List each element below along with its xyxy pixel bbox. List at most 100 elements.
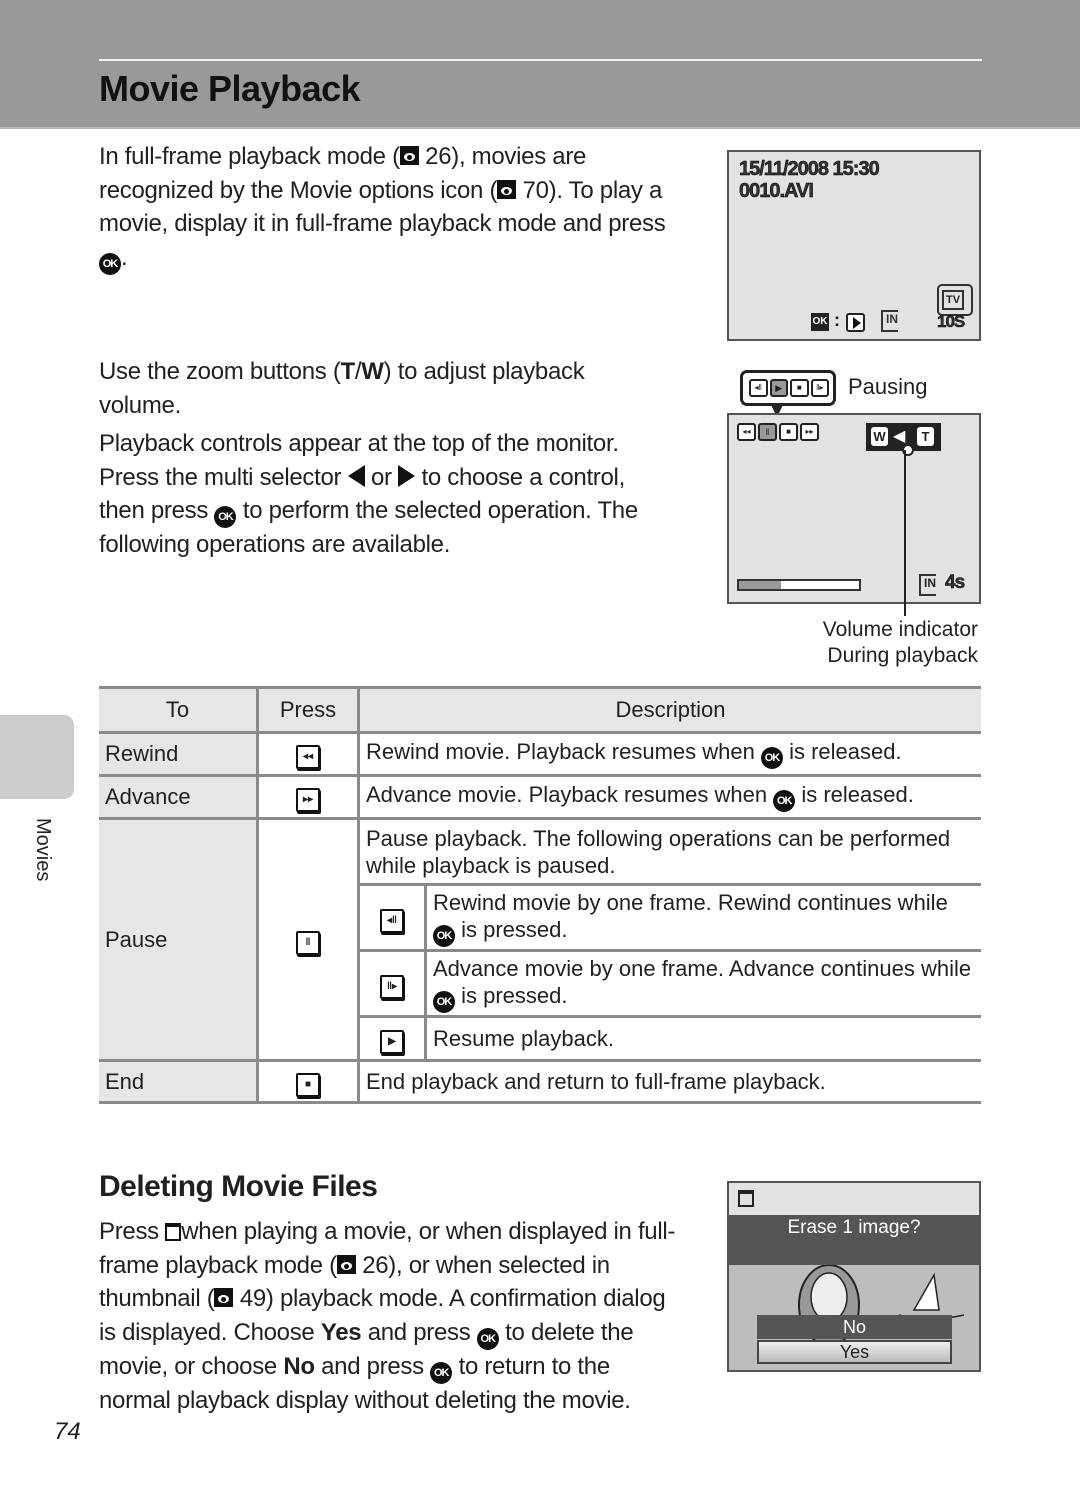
dialog-option-no[interactable]: No	[757, 1315, 952, 1339]
text: Press	[99, 1218, 159, 1245]
zoom-wide-label: W	[871, 427, 888, 446]
movie-length: 10S	[937, 312, 966, 332]
rewind-icon: ◂◂	[737, 423, 756, 441]
pause-control-bar: ◂‖ ▶ ■ ‖▸	[749, 379, 829, 397]
ok-button-icon: OK	[99, 252, 121, 275]
text: to choose a control,	[421, 463, 625, 491]
press-cell: ■	[257, 1059, 360, 1104]
ok-button-icon: OK	[760, 747, 783, 769]
text: and press	[367, 1318, 471, 1346]
dialog-top-bar	[729, 1183, 979, 1215]
text: to return to the	[458, 1352, 611, 1380]
page-reference-icon	[336, 1254, 356, 1274]
row-label: Rewind	[99, 731, 259, 777]
camera-screen-movie-playing: ◂◂ ‖ ■ ▸▸ W ◀ T IN 4s	[727, 413, 981, 604]
intro-paragraph: In full-frame playback mode ( 26), movie…	[99, 140, 709, 275]
page-number: 74	[54, 1418, 81, 1445]
sub-press-cell: ▶	[358, 1015, 427, 1062]
speaker-icon: ◀	[893, 428, 906, 445]
advance-icon: ▸▸	[800, 423, 819, 441]
text: when playing a movie, or when displayed …	[181, 1218, 676, 1245]
zoom-tele-glyph: T	[340, 358, 356, 385]
text: recognized by the Movie options icon (	[99, 176, 498, 204]
page-ref-number: 26	[362, 1251, 389, 1279]
multi-selector-left-icon	[347, 464, 365, 487]
play-icon: ▶	[769, 379, 788, 397]
pausing-controls-callout: ◂‖ ▶ ■ ‖▸	[740, 370, 836, 406]
text: Advance movie. Playback resumes when	[366, 782, 768, 807]
text: Advance movie by one frame. Advance cont…	[433, 955, 972, 981]
camera-screen-erase-dialog: Erase 1 image? No Yes	[727, 1181, 981, 1372]
frame-advance-icon: ‖▸	[810, 379, 829, 397]
description-cell: Advance movie. Playback resumes when OK …	[358, 774, 981, 820]
page-reference-icon	[497, 179, 517, 199]
rewind-icon: ◂◂	[296, 745, 320, 769]
controls-paragraph: Playback controls appear at the top of t…	[99, 427, 709, 562]
pause-icon: ‖	[296, 930, 320, 955]
internal-memory-icon: IN	[881, 310, 898, 332]
text: ) to adjust playback	[383, 358, 585, 385]
text: is pressed.	[461, 982, 568, 1008]
frame-rewind-icon: ◂‖	[380, 908, 404, 933]
sub-description-cell: Resume playback.	[425, 1015, 981, 1062]
text: then press	[99, 497, 209, 524]
ok-button-icon: OK	[773, 790, 796, 812]
text: to delete the	[505, 1318, 634, 1346]
zoom-tele-label: T	[917, 427, 934, 446]
no-option-ref: No	[283, 1352, 315, 1380]
playback-progress-bar	[737, 579, 861, 591]
page-ref-number: 49	[239, 1285, 266, 1312]
pausing-label: Pausing	[848, 374, 928, 399]
table-row: End ■ End playback and return to full-fr…	[99, 1059, 981, 1104]
table-header-row: To Press Description	[99, 686, 981, 734]
callout-text: Volume indicator	[822, 618, 978, 641]
ok-button-icon: OK	[433, 924, 455, 947]
volume-indicator-callout: Volume indicator During playback	[760, 617, 978, 669]
section-title: Deleting Movie Files	[99, 1170, 378, 1203]
stop-icon: ■	[779, 423, 798, 441]
dialog-option-yes[interactable]: Yes	[757, 1340, 952, 1364]
text: is released.	[789, 739, 902, 764]
page-reference-icon	[214, 1288, 234, 1307]
text: .	[121, 243, 128, 271]
yes-option-ref: Yes	[320, 1318, 362, 1346]
text: ), movies are	[451, 143, 587, 170]
frame-rewind-icon: ◂‖	[749, 379, 768, 397]
text: Press the multi selector	[99, 463, 342, 491]
erase-prompt: Erase 1 image?	[729, 1215, 979, 1265]
ok-button-icon: OK	[430, 1361, 453, 1384]
trash-icon	[165, 1223, 182, 1241]
delete-paragraph: Press when playing a movie, or when disp…	[99, 1215, 719, 1417]
colon: :	[834, 310, 840, 330]
sub-press-cell: ‖▸	[358, 949, 427, 1018]
text: normal playback display without deleting…	[99, 1386, 631, 1414]
section-tab	[0, 715, 74, 799]
text: ) playback mode. A confirmation dialog	[265, 1285, 666, 1312]
zoom-wide-glyph: W	[361, 358, 384, 385]
text: and press	[321, 1352, 424, 1380]
multi-selector-right-icon	[398, 464, 416, 487]
filename-readout: 0010.AVI	[739, 180, 814, 203]
text: In full-frame playback mode (	[99, 143, 400, 170]
tv-label: TV	[942, 290, 964, 310]
description-cell: Rewind movie. Playback resumes when OK i…	[358, 731, 981, 777]
sub-description-cell: Advance movie by one frame. Advance cont…	[425, 949, 981, 1018]
text: Rewind movie by one frame. Rewind contin…	[433, 889, 948, 915]
page-ref-number: 26	[425, 143, 452, 170]
column-header: Description	[358, 686, 981, 734]
text: volume.	[99, 391, 181, 419]
header-rule	[99, 59, 982, 61]
column-header: To	[99, 686, 259, 734]
sub-description-cell: Rewind movie by one frame. Rewind contin…	[425, 883, 981, 952]
page-title: Movie Playback	[99, 68, 361, 109]
play-icon: ▶	[380, 1029, 404, 1054]
text: frame playback mode (	[99, 1251, 337, 1279]
table-row: Advance ▸▸ Advance movie. Playback resum…	[99, 774, 981, 820]
text: Use the zoom buttons (	[99, 358, 341, 385]
camera-screen-playback: 15/11/2008 15:30 0010.AVI TV OK : IN 10S	[727, 150, 981, 341]
ok-button-icon: OK	[476, 1327, 499, 1350]
operations-table: To Press Description Rewind ◂◂ Rewind mo…	[99, 686, 981, 1104]
stop-icon: ■	[296, 1072, 320, 1097]
playback-control-bar: ◂◂ ‖ ■ ▸▸	[737, 423, 819, 441]
remaining-time: 4s	[945, 572, 966, 594]
